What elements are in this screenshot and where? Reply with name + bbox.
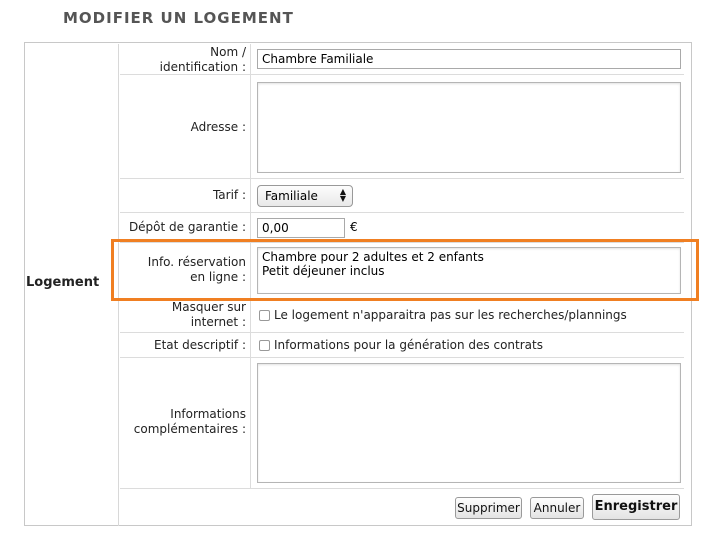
nom-label: Nom / identification : — [120, 45, 246, 75]
row-etat: Etat descriptif : Informations pour la g… — [120, 333, 684, 358]
row-separator — [250, 44, 251, 74]
masquer-label: Masquer sur internet : — [120, 300, 246, 330]
infos-comp-label-line1: Informations — [170, 407, 246, 421]
section-label: Logement — [26, 275, 100, 290]
updown-arrows-icon: ▲ ▼ — [339, 187, 346, 203]
etat-label: Etat descriptif : — [153, 338, 246, 352]
row-nom: Nom / identification : — [120, 44, 684, 75]
nom-input[interactable] — [257, 49, 681, 69]
save-button[interactable]: Enregistrer — [592, 494, 680, 520]
depot-input[interactable] — [257, 218, 345, 238]
row-tarif: Tarif : Familiale ▲ ▼ — [120, 179, 684, 213]
depot-label: Dépôt de garantie : — [128, 220, 246, 234]
cancel-button[interactable]: Annuler — [530, 497, 584, 519]
row-separator — [250, 333, 251, 357]
adresse-label: Adresse : — [190, 120, 246, 134]
delete-button[interactable]: Supprimer — [455, 497, 522, 519]
row-separator — [250, 75, 251, 178]
row-separator — [250, 179, 251, 212]
masquer-label-line1: Masquer sur — [171, 300, 246, 314]
etat-checkbox-label[interactable]: Informations pour la génération des cont… — [274, 338, 543, 352]
currency-symbol: € — [350, 220, 358, 234]
row-masquer: Masquer sur internet : Le logement n'app… — [120, 300, 684, 333]
page-title: MODIFIER UN LOGEMENT — [63, 9, 294, 27]
etat-checkbox[interactable] — [259, 340, 270, 351]
row-separator — [250, 213, 251, 242]
row-adresse: Adresse : — [120, 75, 684, 179]
infos-comp-label: Informations complémentaires : — [120, 407, 246, 437]
row-separator — [250, 358, 251, 488]
infos-comp-textarea[interactable] — [257, 363, 681, 483]
tarif-select[interactable]: Familiale ▲ ▼ — [257, 185, 353, 207]
nom-label-line2: identification : — [159, 60, 246, 74]
masquer-checkbox[interactable] — [259, 310, 270, 321]
masquer-checkbox-label[interactable]: Le logement n'apparaitra pas sur les rec… — [274, 308, 627, 322]
highlight-box — [111, 239, 699, 301]
tarif-label: Tarif : — [212, 188, 246, 202]
row-infos-complementaires: Informations complémentaires : — [120, 358, 684, 489]
masquer-label-line2: internet : — [190, 315, 246, 329]
row-separator — [250, 300, 251, 332]
nom-label-line1: Nom / — [210, 45, 246, 59]
infos-comp-label-line2: complémentaires : — [133, 422, 246, 436]
tarif-selected-value: Familiale — [265, 189, 318, 203]
adresse-textarea[interactable] — [257, 82, 681, 173]
